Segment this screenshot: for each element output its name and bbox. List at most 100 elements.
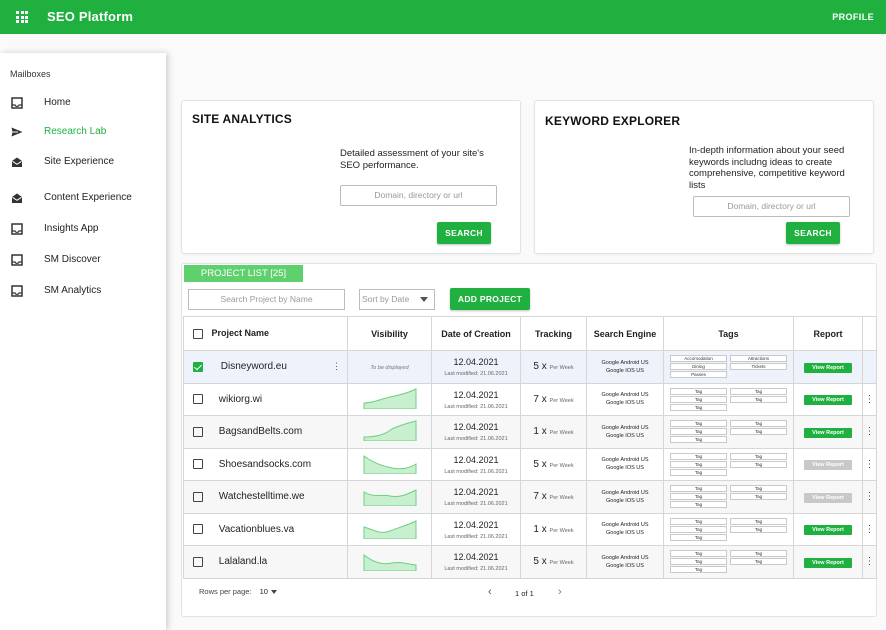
table-row[interactable]: Vacationblues.va 12.04.2021 Last modifie… bbox=[183, 512, 877, 546]
search-engine-ios: Google IOS US bbox=[606, 497, 644, 504]
kebab-menu-icon[interactable]: ⋮ bbox=[865, 394, 875, 405]
tags-cell: Tag Tag Tag Tag Tag bbox=[663, 480, 794, 514]
row-actions-cell: ⋮ bbox=[862, 545, 877, 579]
kebab-menu-icon[interactable]: ⋮ bbox=[865, 426, 875, 437]
apps-grid-icon[interactable] bbox=[16, 11, 28, 23]
project-name[interactable]: Disneyword.eu bbox=[221, 361, 287, 372]
tag-chip: Tag bbox=[730, 387, 787, 395]
column-header-project-name: Project Name bbox=[183, 316, 348, 351]
tracking-cell: 1 x Per Week bbox=[520, 415, 587, 449]
search-engine-android: Google Android US bbox=[601, 457, 649, 464]
chevron-left-icon[interactable]: ‹ bbox=[488, 586, 492, 598]
last-modified: Last modified: 21.06.2021 bbox=[444, 566, 508, 573]
sidebar-item-home[interactable]: Home bbox=[0, 93, 166, 115]
project-name[interactable]: wikiorg.wi bbox=[219, 394, 262, 405]
sidebar-item-sm-discover[interactable]: SM Discover bbox=[0, 250, 166, 272]
sidebar-item-label: SM Discover bbox=[44, 254, 101, 265]
view-report-button[interactable]: View Report bbox=[804, 492, 852, 503]
sidebar-item-research-lab[interactable]: Research Lab bbox=[0, 122, 166, 144]
sidebar-item-site-experience[interactable]: Site Experience bbox=[0, 152, 166, 174]
keyword-explorer-search-button[interactable]: SEARCH bbox=[786, 222, 840, 244]
row-checkbox[interactable] bbox=[193, 524, 203, 535]
table-row[interactable]: Shoesandsocks.com 12.04.2021 Last modifi… bbox=[183, 447, 877, 481]
add-project-button[interactable]: ADD PROJECT bbox=[450, 288, 530, 310]
view-report-button[interactable]: View Report bbox=[804, 525, 852, 536]
site-analytics-search-button[interactable]: SEARCH bbox=[437, 222, 491, 244]
search-project-input[interactable]: Search Project by Name bbox=[188, 289, 345, 310]
sidebar-item-content-experience[interactable]: Content Experience bbox=[0, 188, 166, 210]
keyword-explorer-domain-input[interactable]: Domain, directory or url bbox=[693, 196, 850, 217]
last-modified: Last modified: 21.06.2021 bbox=[444, 371, 508, 378]
report-cell: View Report bbox=[793, 512, 863, 546]
view-report-button[interactable]: View Report bbox=[804, 395, 852, 406]
tags-cell: Tag Tag Tag Tag Tag bbox=[663, 512, 794, 546]
sidebar-item-insights-app[interactable]: Insights App bbox=[0, 219, 166, 241]
view-report-button[interactable]: View Report bbox=[804, 557, 852, 568]
tracking-cell: 7 x Per Week bbox=[520, 480, 587, 514]
sort-select-label: Sort by Date bbox=[362, 294, 410, 304]
table-row[interactable]: BagsandBelts.com 12.04.2021 Last modifie… bbox=[183, 415, 877, 449]
search-engine-cell: Google Android US Google IOS US bbox=[586, 447, 664, 481]
creation-date: 12.04.2021 bbox=[453, 487, 499, 498]
project-name[interactable]: Vacationblues.va bbox=[219, 524, 294, 535]
tracking-period: Per Week bbox=[549, 462, 574, 469]
tag-chip: Tag bbox=[670, 533, 727, 541]
tag-chip: Tag bbox=[730, 452, 787, 460]
table-row[interactable]: Watchestelltime.we 12.04.2021 Last modif… bbox=[183, 480, 877, 514]
tracking-frequency: 5 x bbox=[533, 556, 547, 568]
visibility-cell bbox=[347, 415, 432, 449]
table-row[interactable]: Disneyword.eu ⋮ To be displayed 12.04.20… bbox=[183, 350, 877, 384]
kebab-menu-icon[interactable]: ⋮ bbox=[865, 556, 875, 567]
row-actions-cell: ⋮ bbox=[862, 447, 877, 481]
tag-chip: Tag bbox=[670, 485, 727, 493]
tags-cell: Tag Tag Tag Tag Tag bbox=[663, 545, 794, 579]
view-report-button[interactable]: View Report bbox=[804, 460, 852, 471]
rows-per-page-select[interactable]: 10 bbox=[260, 587, 277, 596]
search-engine-android: Google Android US bbox=[601, 424, 649, 431]
creation-date: 12.04.2021 bbox=[453, 357, 499, 368]
project-name[interactable]: Shoesandsocks.com bbox=[219, 459, 311, 470]
keyword-explorer-title: KEYWORD EXPLORER bbox=[545, 114, 681, 128]
tag-chip: Tag bbox=[730, 493, 787, 501]
table-row[interactable]: wikiorg.wi 12.04.2021 Last modified: 21.… bbox=[183, 382, 877, 416]
view-report-button[interactable]: View Report bbox=[804, 362, 852, 373]
project-name[interactable]: BagsandBelts.com bbox=[219, 426, 302, 437]
tracking-frequency: 1 x bbox=[533, 523, 547, 535]
table-row[interactable]: Lalaland.la 12.04.2021 Last modified: 21… bbox=[183, 545, 877, 579]
row-checkbox[interactable] bbox=[193, 556, 203, 567]
site-analytics-domain-input[interactable]: Domain, directory or url bbox=[340, 185, 497, 206]
sort-select[interactable]: Sort by Date bbox=[359, 289, 435, 310]
project-name[interactable]: Lalaland.la bbox=[219, 556, 267, 567]
tag-chip: Tag bbox=[670, 428, 727, 436]
sidebar-item-sm-analytics[interactable]: SM Analytics bbox=[0, 281, 166, 303]
sidebar: Mailboxes Home Research Lab Site Experie… bbox=[0, 53, 166, 630]
profile-link[interactable]: PROFILE bbox=[832, 12, 874, 22]
kebab-menu-icon[interactable]: ⋮ bbox=[865, 524, 875, 535]
view-report-button[interactable]: View Report bbox=[804, 427, 852, 438]
date-cell: 12.04.2021 Last modified: 21.06.2021 bbox=[431, 512, 521, 546]
kebab-menu-icon[interactable]: ⋮ bbox=[865, 459, 875, 470]
sidebar-item-label: Home bbox=[44, 97, 71, 108]
tracking-frequency: 5 x bbox=[533, 361, 547, 373]
select-all-checkbox[interactable] bbox=[193, 328, 203, 339]
column-header-date: Date of Creation bbox=[431, 316, 521, 351]
report-cell: View Report bbox=[793, 350, 863, 384]
date-cell: 12.04.2021 Last modified: 21.06.2021 bbox=[431, 382, 521, 416]
tracking-period: Per Week bbox=[549, 495, 574, 502]
tag-chip: Attractions bbox=[730, 355, 787, 363]
chevron-right-icon[interactable]: › bbox=[558, 586, 562, 598]
tag-chip: Tag bbox=[670, 452, 727, 460]
row-checkbox[interactable] bbox=[193, 491, 203, 502]
project-name[interactable]: Watchestelltime.we bbox=[219, 491, 305, 502]
page-indicator: 1 of 1 bbox=[515, 589, 534, 598]
tag-chip: Tag bbox=[730, 558, 787, 566]
kebab-menu-icon[interactable]: ⋮ bbox=[865, 491, 875, 502]
kebab-menu-icon[interactable]: ⋮ bbox=[332, 361, 341, 372]
project-list-tab[interactable]: PROJECT LIST [25] bbox=[184, 265, 303, 282]
row-checkbox[interactable] bbox=[193, 459, 203, 470]
row-checkbox[interactable] bbox=[193, 361, 203, 372]
row-checkbox[interactable] bbox=[193, 426, 203, 437]
tag-chip: Tag bbox=[670, 501, 727, 509]
tag-chip: Tag bbox=[730, 550, 787, 558]
row-checkbox[interactable] bbox=[193, 394, 203, 405]
